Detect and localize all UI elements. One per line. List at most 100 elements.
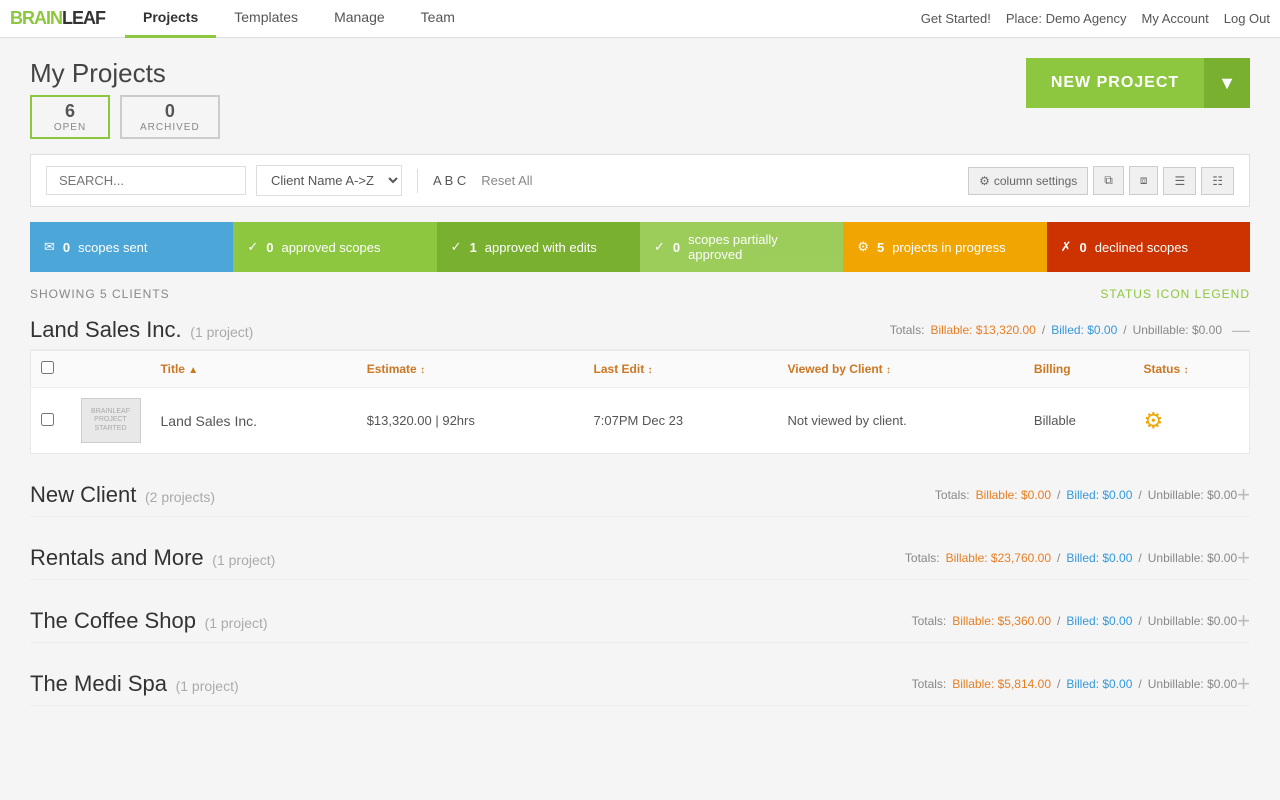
logout-link[interactable]: Log Out [1224, 11, 1270, 26]
declined-icon: ✗ [1061, 239, 1072, 255]
expand-new-client-button[interactable]: + [1237, 482, 1250, 508]
expand-medi-spa-button[interactable]: + [1237, 671, 1250, 697]
declined-count: 0 [1080, 240, 1087, 255]
project-thumbnail: BRAINLEAF PROJECT STARTED [81, 398, 141, 443]
client-project-count: (1 project) [190, 324, 253, 340]
column-settings-label: column settings [994, 174, 1077, 188]
open-count: 6 [50, 101, 90, 122]
nav-templates[interactable]: Templates [216, 0, 316, 38]
nav-projects[interactable]: Projects [125, 0, 216, 38]
status-bar-progress[interactable]: ⚙ 5 projects in progress [843, 222, 1046, 272]
rentals-name-area: Rentals and More (1 project) [30, 545, 275, 571]
abc-filter: A B C [433, 173, 466, 188]
medi-spa-right: Totals: Billable: $5,814.00 / Billed: $0… [912, 671, 1250, 697]
page-header: My Projects 6 OPEN 0 ARCHIVED NEW PROJEC… [30, 58, 1250, 139]
expand-view-button[interactable]: ⧈ [1129, 166, 1159, 195]
client-name-text: Land Sales Inc. [30, 317, 182, 342]
row-thumb-cell: BRAINLEAF PROJECT STARTED [71, 388, 151, 454]
status-bar-sent[interactable]: ✉ 0 scopes sent [30, 222, 233, 272]
client-header-land-sales: Land Sales Inc. (1 project) Totals: Bill… [30, 311, 1250, 350]
reset-all-link[interactable]: Reset All [481, 173, 532, 188]
search-input[interactable] [46, 166, 246, 195]
client-header-rentals[interactable]: Rentals and More (1 project) Totals: Bil… [30, 537, 1250, 580]
get-started-link[interactable]: Get Started! [921, 11, 991, 26]
client-section-coffee-shop: The Coffee Shop (1 project) Totals: Bill… [30, 600, 1250, 643]
thumb-text: BRAINLEAF PROJECT STARTED [82, 408, 140, 433]
list-view-button[interactable]: ☰ [1163, 167, 1196, 195]
new-project-main-button[interactable]: NEW PROJECT [1026, 58, 1204, 108]
new-project-dropdown-button[interactable]: ▼ [1204, 58, 1250, 108]
medi-spa-count: (1 project) [176, 678, 239, 694]
col-viewed-by-client-header[interactable]: Viewed by Client ↕ [778, 351, 1024, 388]
expand-coffee-shop-button[interactable]: + [1237, 608, 1250, 634]
client-header-coffee-shop[interactable]: The Coffee Shop (1 project) Totals: Bill… [30, 600, 1250, 643]
client-header-medi-spa[interactable]: The Medi Spa (1 project) Totals: Billabl… [30, 663, 1250, 706]
archived-count: 0 [140, 101, 200, 122]
client-section-rentals: Rentals and More (1 project) Totals: Bil… [30, 537, 1250, 580]
page-header-left: My Projects 6 OPEN 0 ARCHIVED [30, 58, 220, 139]
coffee-shop-count: (1 project) [205, 615, 268, 631]
project-counts: 6 OPEN 0 ARCHIVED [30, 95, 220, 139]
billing-value: Billable [1034, 413, 1076, 428]
new-client-right: Totals: Billable: $0.00 / Billed: $0.00 … [935, 482, 1250, 508]
open-label: OPEN [50, 122, 90, 133]
rentals-name: Rentals and More [30, 545, 204, 570]
col-billing-header: Billing [1024, 351, 1134, 388]
col-thumb [71, 351, 151, 388]
nav-manage[interactable]: Manage [316, 0, 403, 38]
table-row: BRAINLEAF PROJECT STARTED Land Sales Inc… [31, 388, 1250, 454]
collapse-icon: ⧉ [1104, 173, 1113, 188]
new-client-count: (2 projects) [145, 489, 215, 505]
col-estimate-header[interactable]: Estimate ↕ [357, 351, 584, 388]
col-last-edit-header[interactable]: Last Edit ↕ [584, 351, 778, 388]
status-bars: ✉ 0 scopes sent ✓ 0 approved scopes ✓ 1 … [30, 222, 1250, 272]
nav-team[interactable]: Team [403, 0, 473, 38]
partial-label: scopes partially approved [688, 232, 829, 262]
archived-count-box[interactable]: 0 ARCHIVED [120, 95, 220, 139]
abc-label[interactable]: A B C [433, 173, 466, 188]
column-settings-button[interactable]: ⚙ column settings [968, 167, 1088, 195]
client-section-land-sales: Land Sales Inc. (1 project) Totals: Bill… [30, 311, 1250, 454]
status-bar-declined[interactable]: ✗ 0 declined scopes [1047, 222, 1250, 272]
approved-icon: ✓ [247, 239, 258, 255]
estimate-value: $13,320.00 | 92hrs [367, 413, 475, 428]
grid-view-button[interactable]: ☷ [1201, 167, 1234, 195]
status-gear-icon[interactable]: ⚙ [1143, 408, 1163, 433]
rentals-count: (1 project) [212, 552, 275, 568]
client-totals-land-sales: Totals: Billable: $13,320.00 / Billed: $… [890, 323, 1222, 337]
select-all-checkbox[interactable] [41, 361, 54, 374]
status-icon-legend-link[interactable]: STATUS ICON LEGEND [1100, 287, 1250, 301]
toolbar-divider [417, 169, 418, 193]
approved-edits-count: 1 [470, 240, 477, 255]
col-status-header: Status ↕ [1133, 351, 1249, 388]
status-bar-approved-edits[interactable]: ✓ 1 approved with edits [437, 222, 640, 272]
approved-edits-label: approved with edits [485, 240, 597, 255]
approved-edits-icon: ✓ [451, 239, 462, 255]
sent-label: scopes sent [78, 240, 147, 255]
project-title[interactable]: Land Sales Inc. [161, 413, 258, 429]
title-sort-arrow: ▲ [188, 365, 198, 376]
my-account-link[interactable]: My Account [1142, 11, 1209, 26]
client-header-new-client[interactable]: New Client (2 projects) Totals: Billable… [30, 474, 1250, 517]
medi-spa-name-area: The Medi Spa (1 project) [30, 671, 239, 697]
expand-rentals-button[interactable]: + [1237, 545, 1250, 571]
nav-bar: BRAINLEAF Projects Templates Manage Team… [0, 0, 1280, 38]
archived-label: ARCHIVED [140, 122, 200, 133]
viewed-value: Not viewed by client. [788, 413, 907, 428]
status-bar-partial[interactable]: ✓ 0 scopes partially approved [640, 222, 843, 272]
agency-link[interactable]: Place: Demo Agency [1006, 11, 1127, 26]
estimate-sort-arrows: ↕ [420, 365, 425, 376]
sent-icon: ✉ [44, 239, 55, 255]
collapse-view-button[interactable]: ⧉ [1093, 166, 1124, 195]
new-client-name-area: New Client (2 projects) [30, 482, 215, 508]
sort-select[interactable]: Client Name A->Z [256, 165, 402, 196]
coffee-shop-right: Totals: Billable: $5,360.00 / Billed: $0… [912, 608, 1250, 634]
collapse-land-sales-button[interactable]: — [1232, 320, 1250, 341]
declined-label: declined scopes [1095, 240, 1188, 255]
col-title-header[interactable]: Title ▲ [151, 351, 357, 388]
status-bar-approved[interactable]: ✓ 0 approved scopes [233, 222, 436, 272]
coffee-shop-totals: Totals: Billable: $5,360.00 / Billed: $0… [912, 614, 1238, 628]
open-count-box[interactable]: 6 OPEN [30, 95, 110, 139]
row-checkbox[interactable] [41, 413, 54, 426]
list-icon: ☰ [1174, 174, 1185, 188]
